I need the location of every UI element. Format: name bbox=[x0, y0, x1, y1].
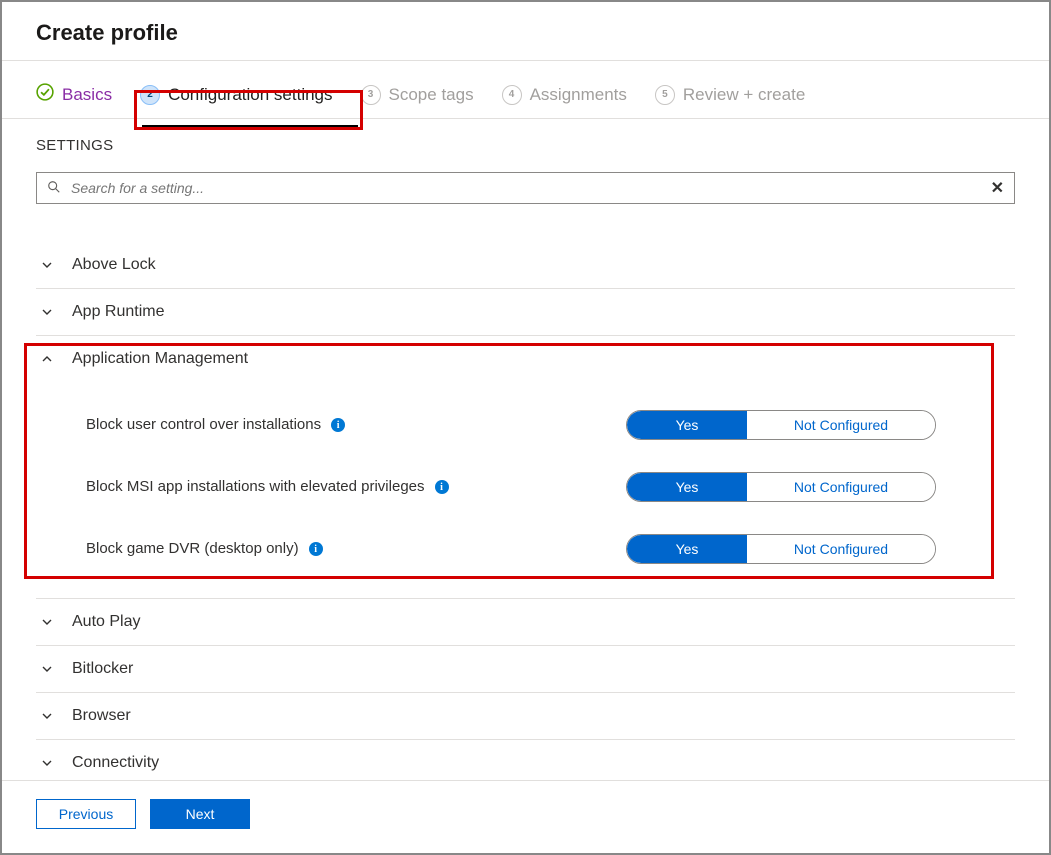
tab-label: Configuration settings bbox=[168, 85, 332, 105]
settings-heading: Settings bbox=[36, 137, 1015, 154]
toggle-option-yes[interactable]: Yes bbox=[627, 411, 747, 439]
step-badge: 3 bbox=[361, 85, 381, 105]
toggle-option-yes[interactable]: Yes bbox=[627, 535, 747, 563]
setting-label: Block MSI app installations with elevate… bbox=[86, 477, 425, 497]
chevron-down-icon bbox=[40, 710, 54, 722]
toggle-option-not-configured[interactable]: Not Configured bbox=[747, 411, 935, 439]
toggle-block-game-dvr[interactable]: Yes Not Configured bbox=[626, 534, 936, 564]
setting-block-user-control: Block user control over installations i … bbox=[86, 394, 1015, 456]
search-input[interactable] bbox=[71, 180, 981, 196]
category-bitlocker[interactable]: Bitlocker bbox=[36, 645, 1015, 692]
category-app-runtime[interactable]: App Runtime bbox=[36, 288, 1015, 335]
category-label: Above Lock bbox=[72, 256, 156, 274]
info-icon[interactable]: i bbox=[309, 542, 323, 556]
page-title: Create profile bbox=[36, 20, 1015, 46]
category-auto-play[interactable]: Auto Play bbox=[36, 598, 1015, 645]
category-label: Connectivity bbox=[72, 754, 159, 772]
previous-button[interactable]: Previous bbox=[36, 799, 136, 829]
tab-basics[interactable]: Basics bbox=[36, 83, 112, 106]
category-browser[interactable]: Browser bbox=[36, 692, 1015, 739]
tab-scope-tags[interactable]: 3 Scope tags bbox=[361, 85, 474, 105]
search-icon bbox=[47, 180, 61, 197]
category-connectivity[interactable]: Connectivity bbox=[36, 739, 1015, 786]
category-application-management[interactable]: Application Management bbox=[36, 335, 1015, 382]
application-management-settings: Block user control over installations i … bbox=[36, 382, 1015, 598]
setting-block-game-dvr: Block game DVR (desktop only) i Yes Not … bbox=[86, 518, 1015, 580]
category-label: Auto Play bbox=[72, 613, 140, 631]
step-badge: 5 bbox=[655, 85, 675, 105]
wizard-tabs: Basics 2 Configuration settings 3 Scope … bbox=[2, 61, 1049, 119]
chevron-down-icon bbox=[40, 306, 54, 318]
checkmark-icon bbox=[36, 83, 54, 106]
tab-label: Scope tags bbox=[389, 85, 474, 105]
tab-label: Basics bbox=[62, 85, 112, 105]
chevron-down-icon bbox=[40, 757, 54, 769]
toggle-block-msi-elevated[interactable]: Yes Not Configured bbox=[626, 472, 936, 502]
toggle-option-yes[interactable]: Yes bbox=[627, 473, 747, 501]
category-label: Application Management bbox=[72, 350, 248, 368]
chevron-down-icon bbox=[40, 616, 54, 628]
toggle-option-not-configured[interactable]: Not Configured bbox=[747, 535, 935, 563]
next-button[interactable]: Next bbox=[150, 799, 250, 829]
info-icon[interactable]: i bbox=[331, 418, 345, 432]
tab-label: Review + create bbox=[683, 85, 805, 105]
setting-label: Block user control over installations bbox=[86, 415, 321, 435]
tab-configuration-settings[interactable]: 2 Configuration settings bbox=[140, 85, 332, 105]
info-icon[interactable]: i bbox=[435, 480, 449, 494]
tab-review-create[interactable]: 5 Review + create bbox=[655, 85, 805, 105]
step-badge: 4 bbox=[502, 85, 522, 105]
chevron-down-icon bbox=[40, 259, 54, 271]
category-label: Browser bbox=[72, 707, 131, 725]
tab-label: Assignments bbox=[530, 85, 627, 105]
category-above-lock[interactable]: Above Lock bbox=[36, 242, 1015, 288]
setting-block-msi-elevated: Block MSI app installations with elevate… bbox=[86, 456, 1015, 518]
tab-assignments[interactable]: 4 Assignments bbox=[502, 85, 627, 105]
clear-icon[interactable]: ✕ bbox=[991, 178, 1004, 198]
category-label: Bitlocker bbox=[72, 660, 133, 678]
tab-underline bbox=[142, 125, 358, 127]
settings-categories: Above Lock App Runtime Application Manag… bbox=[36, 242, 1015, 794]
chevron-up-icon bbox=[40, 353, 54, 365]
wizard-footer: Previous Next bbox=[2, 780, 1049, 853]
toggle-option-not-configured[interactable]: Not Configured bbox=[747, 473, 935, 501]
setting-label: Block game DVR (desktop only) bbox=[86, 539, 299, 559]
toggle-block-user-control[interactable]: Yes Not Configured bbox=[626, 410, 936, 440]
chevron-down-icon bbox=[40, 663, 54, 675]
step-badge: 2 bbox=[140, 85, 160, 105]
search-input-wrapper[interactable]: ✕ bbox=[36, 172, 1015, 204]
category-label: App Runtime bbox=[72, 303, 165, 321]
